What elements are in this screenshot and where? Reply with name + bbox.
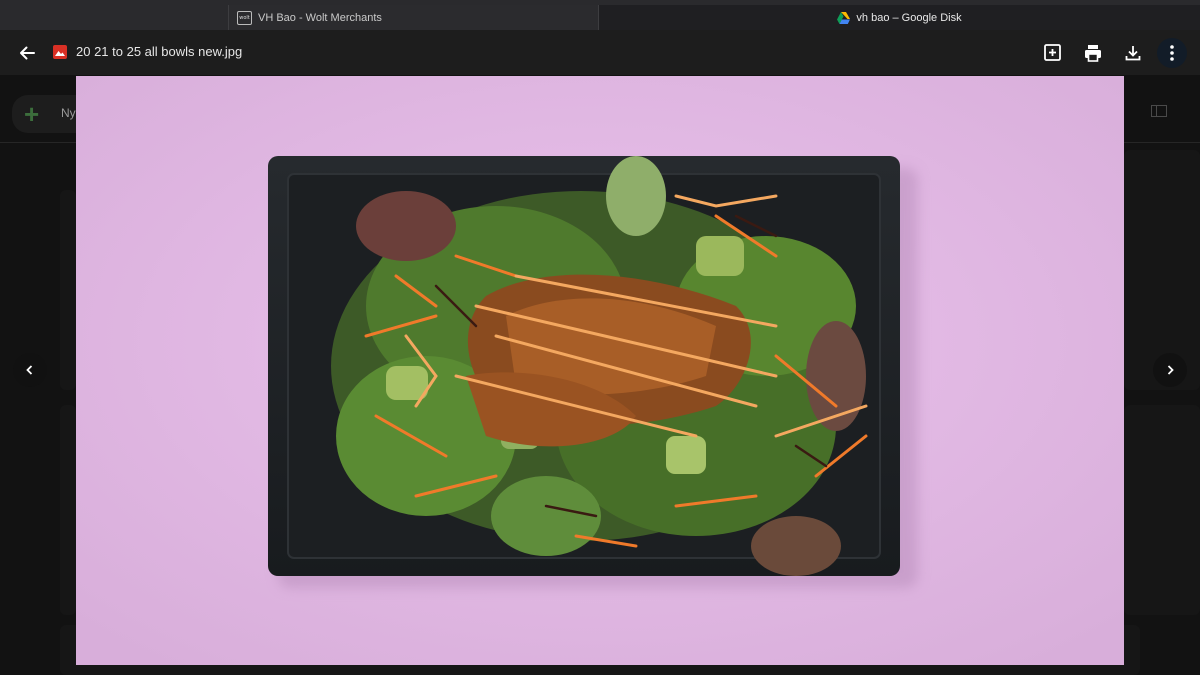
salad-bowl-photo [76, 76, 1124, 665]
more-options-icon [1170, 45, 1174, 61]
file-card [60, 190, 76, 390]
print-button[interactable] [1078, 38, 1108, 68]
download-icon [1125, 46, 1141, 61]
google-drive-icon [837, 11, 851, 24]
back-arrow-icon [20, 46, 35, 60]
browser-tab-label: vh bao – Google Disk [856, 11, 962, 24]
print-icon [1085, 45, 1101, 62]
image-file-icon [53, 45, 67, 59]
previous-icon [26, 365, 33, 375]
plus-icon: + [24, 99, 40, 129]
new-button-label: Ny [61, 106, 76, 120]
previous-button[interactable] [13, 353, 47, 387]
browser-tab-strip: wolt VH Bao - Wolt Merchants vh bao – Go… [0, 0, 1200, 30]
back-button[interactable] [12, 38, 42, 68]
browser-tab-label: VH Bao - Wolt Merchants [258, 11, 382, 24]
next-button[interactable] [1153, 353, 1187, 387]
list-view-icon [1151, 105, 1167, 117]
add-to-drive-button[interactable] [1038, 38, 1068, 68]
image-preview [76, 76, 1124, 665]
wolt-favicon-icon: wolt [237, 10, 252, 25]
browser-tab-google-drive[interactable]: vh bao – Google Disk [599, 5, 1200, 30]
add-to-drive-icon [1044, 44, 1061, 61]
browser-tab-wolt[interactable]: wolt VH Bao - Wolt Merchants [228, 5, 599, 30]
more-options-button[interactable] [1157, 38, 1187, 68]
file-card [1124, 405, 1200, 615]
file-title: 20 21 to 25 all bowls new.jpg [76, 44, 243, 59]
download-button[interactable] [1118, 38, 1148, 68]
next-icon [1167, 365, 1174, 375]
file-card [60, 405, 76, 615]
